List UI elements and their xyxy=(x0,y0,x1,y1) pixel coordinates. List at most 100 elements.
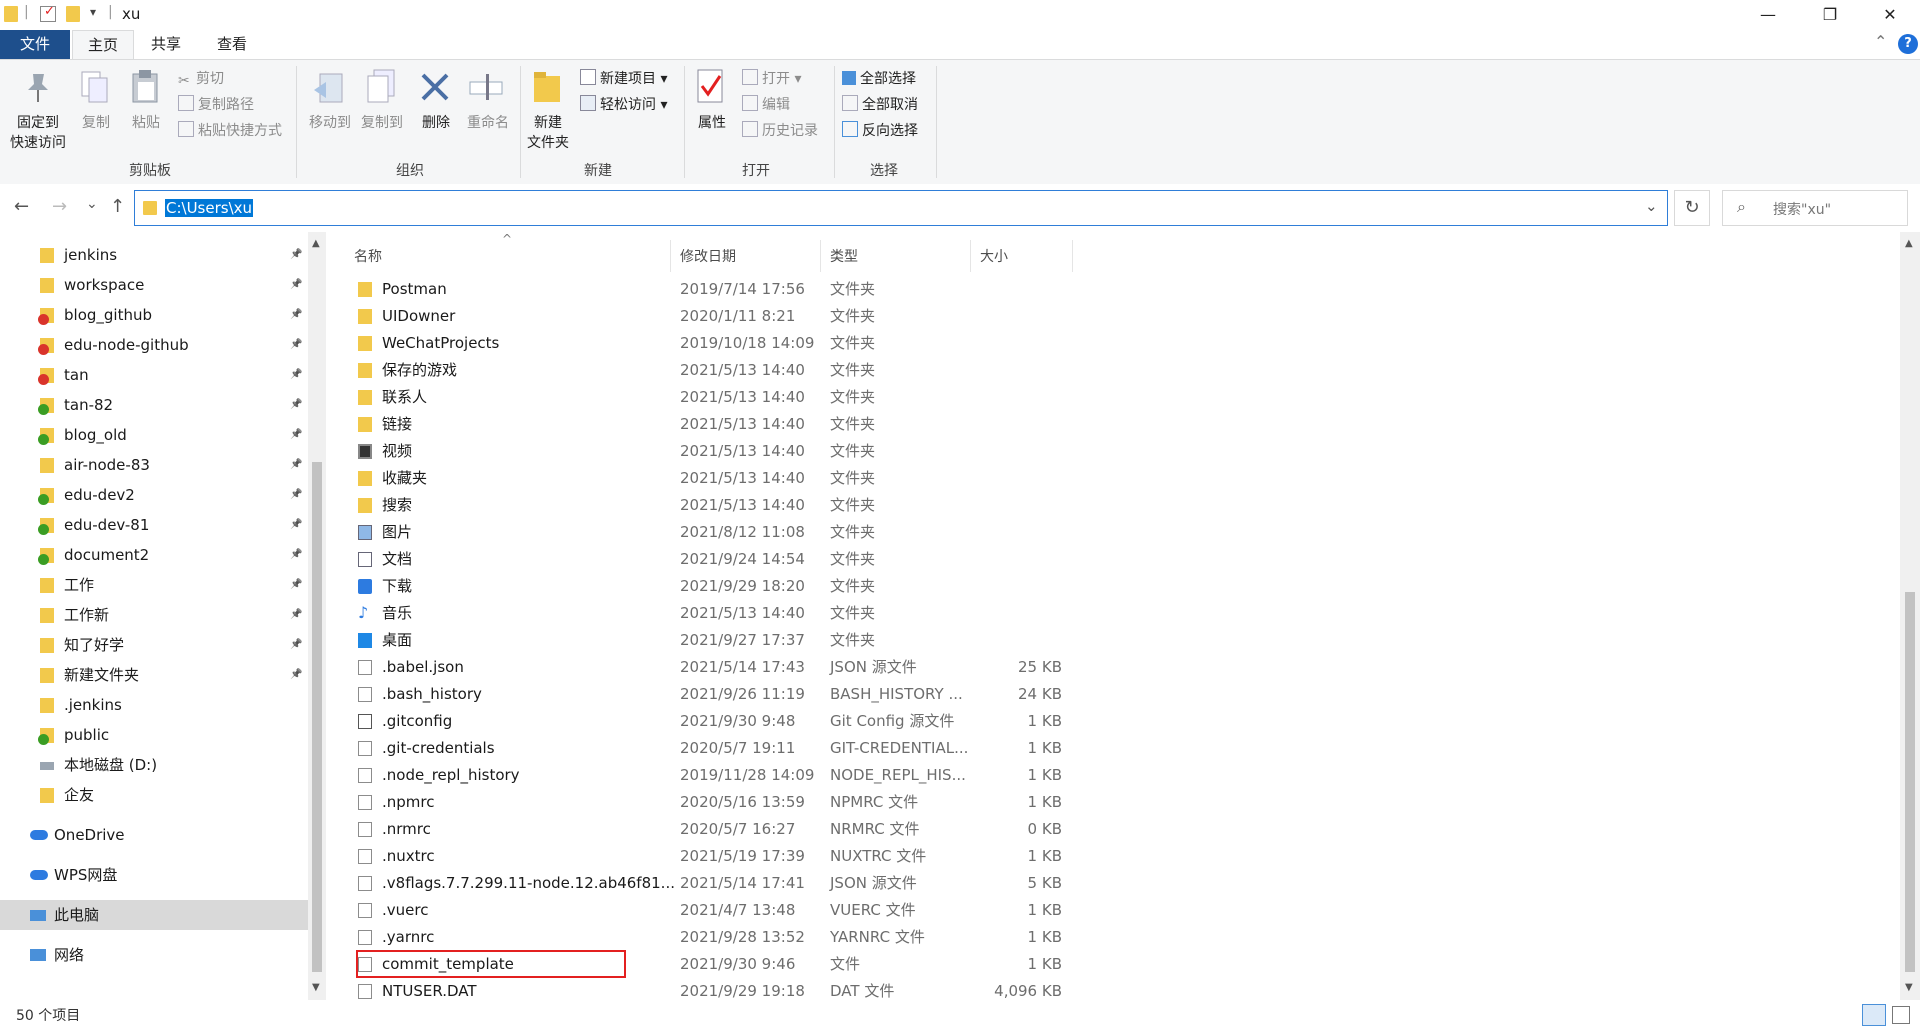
pin-icon[interactable]: 📌 xyxy=(290,270,302,300)
scroll-up-icon[interactable]: ▲ xyxy=(312,238,320,249)
file-row[interactable]: 文档 2021/9/24 14:54 文件夹 xyxy=(338,546,1078,573)
open-button[interactable]: 打开 ▾ xyxy=(742,68,801,88)
file-row[interactable]: 联系人 2021/5/13 14:40 文件夹 xyxy=(338,384,1078,411)
pin-icon[interactable]: 📌 xyxy=(290,330,302,360)
nav-item[interactable]: edu-node-github 📌 xyxy=(0,330,308,360)
nav-item[interactable]: 本地磁盘 (D:) xyxy=(0,750,308,780)
pin-icon[interactable]: 📌 xyxy=(290,660,302,690)
address-dropdown-icon[interactable]: ⌄ xyxy=(1645,197,1658,215)
file-row[interactable]: .vuerc 2021/4/7 13:48 VUERC 文件 1 KB xyxy=(338,897,1078,924)
nav-location-cloud[interactable]: WPS网盘 xyxy=(0,860,308,890)
nav-location-cloud[interactable]: OneDrive xyxy=(0,820,308,850)
easy-access-button[interactable]: 轻松访问 ▾ xyxy=(580,94,667,114)
file-row[interactable]: .yarnrc 2021/9/28 13:52 YARNRC 文件 1 KB xyxy=(338,924,1078,951)
search-box[interactable]: ⌕ 搜索"xu" xyxy=(1722,190,1908,226)
file-row[interactable]: 视频 2021/5/13 14:40 文件夹 xyxy=(338,438,1078,465)
nav-item[interactable]: edu-dev2 📌 xyxy=(0,480,308,510)
pin-icon[interactable]: 📌 xyxy=(290,420,302,450)
nav-item[interactable]: .jenkins xyxy=(0,690,308,720)
new-folder-label-2[interactable]: 文件夹 xyxy=(520,132,576,152)
file-row[interactable]: 搜索 2021/5/13 14:40 文件夹 xyxy=(338,492,1078,519)
pin-icon[interactable]: 📌 xyxy=(290,300,302,330)
file-row[interactable]: 图片 2021/8/12 11:08 文件夹 xyxy=(338,519,1078,546)
pin-icon[interactable]: 📌 xyxy=(290,480,302,510)
file-row[interactable]: .gitconfig 2021/9/30 9:48 Git Config 源文件 1 … xyxy=(338,708,1078,735)
paste-button[interactable]: 粘贴 xyxy=(124,112,168,132)
pin-label-2[interactable]: 快速访问 xyxy=(6,132,70,152)
column-header-type[interactable]: 类型 xyxy=(830,242,858,272)
file-row[interactable]: 链接 2021/5/13 14:40 文件夹 xyxy=(338,411,1078,438)
address-bar[interactable]: C:\Users\xu ⌄ xyxy=(134,190,1668,226)
tab-file[interactable]: 文件 xyxy=(0,30,70,59)
tab-share[interactable]: 共享 xyxy=(136,30,196,59)
pin-icon[interactable]: 📌 xyxy=(290,360,302,390)
nav-item[interactable]: 知了好学 📌 xyxy=(0,630,308,660)
new-folder-qa-icon[interactable] xyxy=(66,6,80,22)
nav-item[interactable]: blog_github 📌 xyxy=(0,300,308,330)
file-row[interactable]: ♪ 音乐 2021/5/13 14:40 文件夹 xyxy=(338,600,1078,627)
nav-item[interactable]: jenkins 📌 xyxy=(0,240,308,270)
nav-item[interactable]: document2 📌 xyxy=(0,540,308,570)
close-button[interactable]: ✕ xyxy=(1862,0,1918,30)
pin-icon[interactable]: 📌 xyxy=(290,390,302,420)
nav-item[interactable]: workspace 📌 xyxy=(0,270,308,300)
file-row[interactable]: WeChatProjects 2019/10/18 14:09 文件夹 xyxy=(338,330,1078,357)
scroll-down-icon[interactable]: ▼ xyxy=(1905,982,1913,993)
nav-location-computer[interactable]: 此电脑 xyxy=(0,900,308,930)
file-row[interactable]: 收藏夹 2021/5/13 14:40 文件夹 xyxy=(338,465,1078,492)
refresh-button[interactable]: ↻ xyxy=(1674,190,1710,226)
pin-icon[interactable]: 📌 xyxy=(290,510,302,540)
file-row[interactable]: .v8flags.7.7.299.11-node.12.ab46f81... 20… xyxy=(338,870,1078,897)
nav-item[interactable]: public xyxy=(0,720,308,750)
file-row[interactable]: 桌面 2021/9/27 17:37 文件夹 xyxy=(338,627,1078,654)
file-row[interactable]: UIDowner 2020/1/11 8:21 文件夹 xyxy=(338,303,1078,330)
details-view-icon[interactable] xyxy=(1862,1004,1886,1026)
minimize-button[interactable]: — xyxy=(1740,0,1796,30)
nav-item[interactable]: tan 📌 xyxy=(0,360,308,390)
nav-item[interactable]: blog_old 📌 xyxy=(0,420,308,450)
new-folder-label-1[interactable]: 新建 xyxy=(524,112,572,132)
column-header-size[interactable]: 大小 xyxy=(980,242,1008,272)
file-row[interactable]: .babel.json 2021/5/14 17:43 JSON 源文件 25 KB xyxy=(338,654,1078,681)
nav-scrollbar[interactable]: ▲ ▼ xyxy=(308,232,326,1000)
nav-item[interactable]: 工作新 📌 xyxy=(0,600,308,630)
delete-button[interactable]: 删除 xyxy=(414,112,458,132)
copy-button[interactable]: 复制 xyxy=(74,112,118,132)
copy-to-button[interactable]: 复制到 xyxy=(354,112,410,132)
help-icon[interactable]: ? xyxy=(1898,34,1918,54)
forward-button[interactable]: → xyxy=(52,196,67,217)
recent-locations-button[interactable]: ⌄ xyxy=(86,196,98,212)
pin-icon[interactable]: 📌 xyxy=(290,540,302,570)
nav-item[interactable]: 企友 xyxy=(0,780,308,810)
file-row[interactable]: .node_repl_history 2019/11/28 14:09 NODE_R… xyxy=(338,762,1078,789)
scroll-up-icon[interactable]: ▲ xyxy=(1905,238,1913,249)
nav-item[interactable]: tan-82 📌 xyxy=(0,390,308,420)
large-icons-view-icon[interactable] xyxy=(1892,1006,1910,1024)
nav-item[interactable]: 工作 📌 xyxy=(0,570,308,600)
properties-button[interactable]: 属性 xyxy=(690,112,734,132)
file-row[interactable]: .nuxtrc 2021/5/19 17:39 NUXTRC 文件 1 KB xyxy=(338,843,1078,870)
up-button[interactable]: ↑ xyxy=(110,196,125,217)
nav-item[interactable]: edu-dev-81 📌 xyxy=(0,510,308,540)
back-button[interactable]: ← xyxy=(14,196,29,217)
nav-scroll-thumb[interactable] xyxy=(312,462,322,972)
pin-icon[interactable]: 📌 xyxy=(290,240,302,270)
properties-qa-icon[interactable]: ✓ xyxy=(40,4,56,22)
file-row[interactable]: 保存的游戏 2021/5/13 14:40 文件夹 xyxy=(338,357,1078,384)
new-item-button[interactable]: 新建项目 ▾ xyxy=(580,68,667,88)
move-to-button[interactable]: 移动到 xyxy=(302,112,358,132)
file-row[interactable]: .bash_history 2021/9/26 11:19 BASH_HISTORY… xyxy=(338,681,1078,708)
pin-icon[interactable]: 📌 xyxy=(290,630,302,660)
select-all-button[interactable]: 全部选择 xyxy=(842,68,916,88)
qa-dropdown-icon[interactable]: ▾ xyxy=(90,5,96,19)
file-row[interactable]: .nrmrc 2020/5/7 16:27 NRMRC 文件 0 KB xyxy=(338,816,1078,843)
pin-icon[interactable]: 📌 xyxy=(290,450,302,480)
rename-button[interactable]: 重命名 xyxy=(462,112,514,132)
invert-selection-button[interactable]: 反向选择 xyxy=(842,120,918,140)
file-row[interactable]: Postman 2019/7/14 17:56 文件夹 xyxy=(338,276,1078,303)
nav-item[interactable]: 新建文件夹 📌 xyxy=(0,660,308,690)
file-scroll-thumb[interactable] xyxy=(1905,592,1915,972)
edit-button[interactable]: 编辑 xyxy=(742,94,790,114)
tab-view[interactable]: 查看 xyxy=(202,30,262,59)
scroll-down-icon[interactable]: ▼ xyxy=(312,982,320,993)
